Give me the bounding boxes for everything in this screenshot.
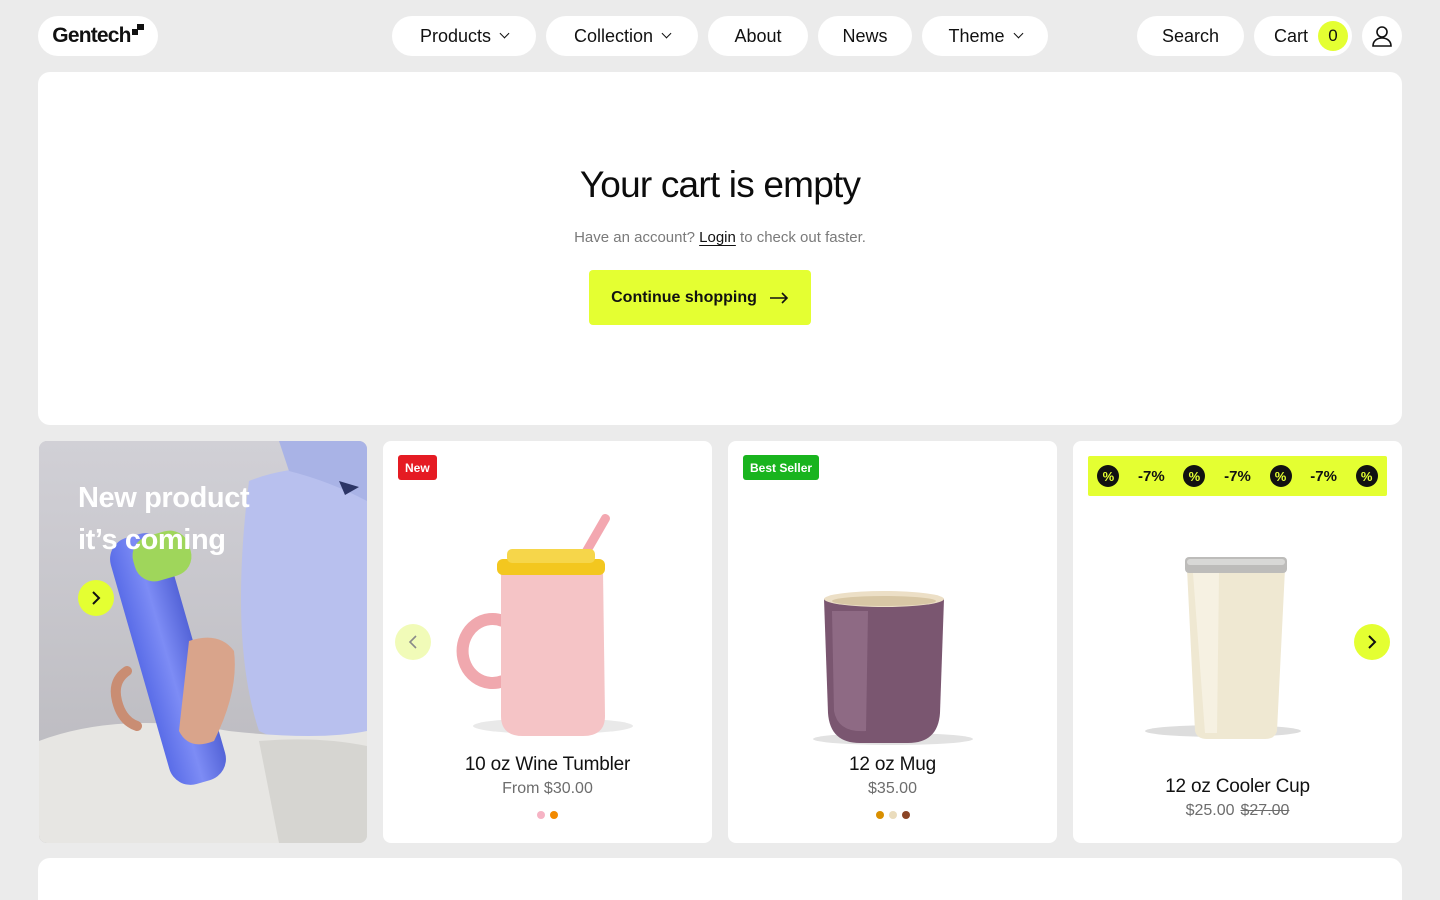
product-image-mug [813, 591, 973, 745]
discount-label: -7% [1224, 467, 1251, 485]
login-prompt: Have an account? Login to check out fast… [0, 229, 1440, 246]
nav-collection-label: Collection [573, 25, 654, 46]
product-card[interactable]: Best Seller 12 oz Mug $35.00 [728, 441, 1057, 843]
color-swatches [383, 811, 712, 819]
carousel-next-button[interactable] [1354, 624, 1390, 660]
continue-shopping-label: Continue shopping [611, 288, 757, 306]
promo-line2: it’s coming [78, 524, 226, 556]
nav-theme[interactable]: Theme [922, 16, 1048, 56]
nav-collection[interactable]: Collection [546, 16, 698, 56]
login-prefix: Have an account? [574, 229, 695, 246]
product-price: $35.00 [868, 780, 917, 797]
promo-heading: New product it’s coming [78, 477, 318, 561]
discount-label: -7% [1138, 467, 1165, 485]
login-link[interactable]: Login [699, 229, 736, 246]
product-price: $25.00 $27.00 [1073, 802, 1402, 820]
nav-about-label: About [734, 25, 782, 46]
product-name[interactable]: 10 oz Wine Tumbler [383, 754, 712, 776]
product-name[interactable]: 12 oz Mug [728, 754, 1057, 776]
swatch[interactable] [901, 811, 910, 819]
page-title: Your cart is empty [579, 164, 861, 205]
discount-label: -7% [1310, 467, 1337, 485]
swatch[interactable] [875, 811, 884, 819]
nav-products-label: Products [419, 25, 492, 46]
carousel-prev-button[interactable] [395, 624, 431, 660]
chevron-down-icon [1013, 28, 1023, 39]
best-seller-badge: Best Seller [743, 455, 820, 480]
account-button[interactable] [1362, 16, 1402, 56]
chevron-right-icon [1368, 635, 1377, 649]
compare-price: $27.00 [1240, 802, 1290, 819]
login-suffix: to check out faster. [740, 229, 866, 246]
logo-mark-icon [131, 24, 144, 36]
percent-icon: % [1097, 465, 1120, 487]
logo[interactable]: Gentech [38, 16, 158, 56]
product-card[interactable]: % -7% % -7% % -7% % 12 oz Cooler Cup $25… [1073, 441, 1402, 843]
nav-news-label: News [842, 25, 888, 46]
nav-about[interactable]: About [708, 16, 808, 56]
empty-cart-panel [38, 72, 1402, 425]
cart-label: Cart [1274, 25, 1309, 46]
arrow-right-icon [769, 291, 789, 304]
percent-icon: % [1355, 465, 1378, 487]
new-badge: New [398, 455, 437, 480]
search-button[interactable]: Search [1137, 16, 1244, 56]
chevron-right-icon [92, 591, 101, 605]
continue-shopping-button[interactable]: Continue shopping [589, 270, 811, 325]
promo-line1: New product [78, 482, 250, 514]
discount-strip: % -7% % -7% % -7% % [1088, 456, 1387, 496]
nav-news[interactable]: News [818, 16, 912, 56]
product-name[interactable]: 12 oz Cooler Cup [1073, 776, 1402, 798]
next-section-panel [38, 858, 1402, 900]
logo-text: Gentech [52, 24, 131, 47]
product-price: From $30.00 [502, 780, 593, 797]
chevron-down-icon [661, 28, 672, 39]
color-swatches [728, 811, 1057, 819]
product-image-wine-tumbler [456, 513, 633, 736]
product-card[interactable]: New 10 oz Wine Tumbler From $30.00 [383, 441, 712, 843]
sale-price: $25.00 [1185, 802, 1235, 819]
swatch[interactable] [537, 811, 545, 819]
promo-arrow-button[interactable] [78, 580, 114, 616]
user-icon [1372, 26, 1392, 47]
chevron-left-icon [408, 635, 417, 649]
cart-count-badge: 0 [1318, 21, 1349, 51]
swatch[interactable] [888, 811, 897, 819]
search-label: Search [1161, 25, 1220, 46]
cart-button[interactable]: Cart 0 [1254, 16, 1352, 56]
swatch[interactable] [550, 811, 558, 819]
nav-theme-label: Theme [948, 25, 1005, 46]
nav-products[interactable]: Products [392, 16, 536, 56]
promo-card[interactable]: New product it’s coming [39, 441, 367, 843]
percent-icon: % [1269, 465, 1292, 487]
percent-icon: % [1183, 465, 1206, 487]
chevron-down-icon [499, 28, 510, 39]
